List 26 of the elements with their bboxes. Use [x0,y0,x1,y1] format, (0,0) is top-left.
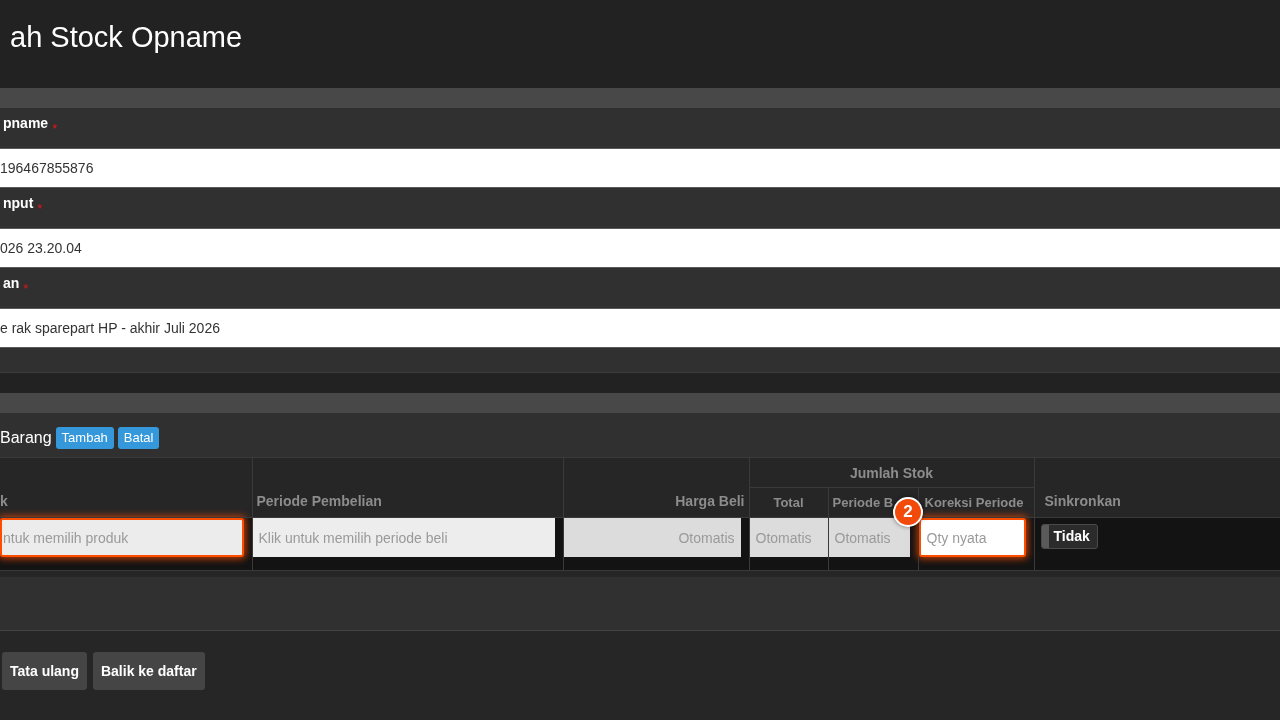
column-header: Harga Beli [675,493,745,509]
page-title: ah Stock Opname [9,22,243,54]
required-asterisk: * [52,122,58,136]
text-field[interactable]: 196467855876 [0,148,1280,188]
toggle-handle [1041,525,1049,548]
footer-button[interactable]: Balik ke daftar [92,652,205,690]
column-header: Sinkronkan [1044,493,1121,509]
column-header: Periode B [832,495,894,510]
field-label: pname [3,114,49,132]
footer-button[interactable]: Tata ulang [2,652,87,690]
input-field[interactable]: Klik untuk memilih periode beli [252,518,555,557]
field-label: an [3,274,20,292]
column-header: Jumlah Stok [849,464,934,481]
section-title: Barang [0,427,52,448]
required-asterisk: * [23,282,29,296]
sync-toggle[interactable]: Tidak [1040,524,1098,549]
column-header: Periode Pembelian [256,493,382,509]
column-header: k [0,493,8,509]
input-field[interactable]: ntuk memilih produk [0,518,244,557]
text-field[interactable]: e rak sparepart HP - akhir Juli 2026 [0,308,1280,348]
required-asterisk: * [37,202,43,216]
column-header: Koreksi Periode [924,495,1024,510]
text-field[interactable]: 026 23.20.04 [0,228,1280,268]
input-field[interactable]: Qty nyata [918,518,1026,557]
field-label: nput [3,194,34,212]
column-header: Total [773,495,804,510]
